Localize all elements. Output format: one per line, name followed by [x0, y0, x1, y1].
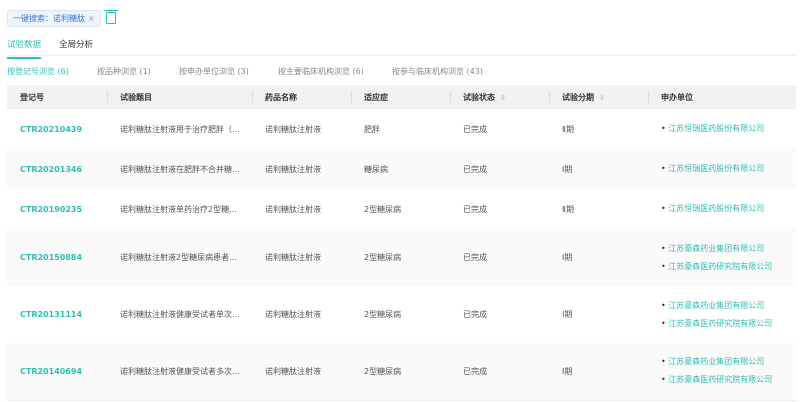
subtab-by-participating-institution[interactable]: 按参与临床机构浏览 (43) — [392, 66, 483, 77]
sponsor-link[interactable]: 江苏豪森医药研究院有限公司 — [668, 319, 772, 328]
sponsors: 江苏恒瑞医药股份有限公司 — [648, 189, 796, 229]
subtab-by-reg[interactable]: 按登记号浏览 (6) — [7, 66, 97, 77]
table-row: CTR20210439 诺利糖肽注射液用于治疗肥胖（... 诺利糖肽注射液 肥胖 已完成… — [7, 109, 796, 149]
trials-table: 登记号 试验题目 药品名称 适应症 试验状态 ⇳ 试验分期 ⇳ 申办单位 CTR20… — [7, 85, 796, 401]
trash-icon[interactable] — [104, 10, 118, 24]
drug-name: 诺利糖肽注射液 — [252, 229, 351, 286]
trial-title: 诺利糖肽注射液用于治疗肥胖（... — [120, 124, 240, 134]
sponsor-item: 江苏恒瑞医药股份有限公司 — [661, 200, 796, 218]
col-status-label: 试验状态 — [463, 92, 495, 102]
sponsor-link[interactable]: 江苏豪森药业集团有限公司 — [668, 244, 764, 253]
col-phase[interactable]: 试验分期 ⇳ — [549, 85, 648, 109]
sponsor-link[interactable]: 江苏恒瑞医药股份有限公司 — [668, 204, 764, 213]
trial-status: 已完成 — [450, 229, 549, 286]
sponsor-item: 江苏豪森药业集团有限公司 — [661, 240, 796, 258]
indication: 肥胖 — [364, 124, 380, 134]
tab-divider — [7, 55, 796, 56]
sort-icon[interactable]: ⇳ — [500, 94, 506, 102]
sponsor-item: 江苏豪森药业集团有限公司 — [661, 297, 796, 315]
drug-name: 诺利糖肽注射液 — [252, 149, 351, 189]
col-status[interactable]: 试验状态 ⇳ — [450, 85, 549, 109]
reg-link[interactable]: CTR20150884 — [7, 229, 107, 286]
table-row: CTR20190235 诺利糖肽注射液单药治疗2型糖... 诺利糖肽注射液 2型糖尿病… — [7, 189, 796, 229]
sponsor-item: 江苏恒瑞医药股份有限公司 — [661, 120, 796, 138]
sponsor-link[interactable]: 江苏恒瑞医药股份有限公司 — [668, 124, 764, 133]
trial-title: 诺利糖肽注射液健康受试者单次... — [120, 310, 240, 319]
trial-title: 诺利糖肽注射液在肥胖不合并糖... — [107, 149, 252, 189]
sponsor-item: 江苏豪森医药研究院有限公司 — [661, 258, 796, 276]
indication: 2型糖尿病 — [351, 343, 450, 401]
sponsors: 江苏豪森药业集团有限公司江苏豪森医药研究院有限公司 — [648, 229, 796, 286]
subtab-by-variety[interactable]: 按品种浏览 (1) — [97, 66, 179, 77]
trial-phase: Ⅱ期 — [562, 124, 574, 134]
subtab-by-sponsor[interactable]: 按申办单位浏览 (3) — [179, 66, 278, 77]
table-row: CTR20150884 诺利糖肽注射液2型糖尿病患者... 诺利糖肽注射液 2型糖尿病… — [7, 229, 796, 286]
trial-phase: Ⅰ期 — [549, 343, 648, 401]
search-tag: 一键搜索：诺利糖肽 × — [7, 10, 101, 27]
sort-icon[interactable]: ⇳ — [599, 94, 605, 102]
trial-status: 已完成 — [463, 124, 487, 134]
table-header: 登记号 试验题目 药品名称 适应症 试验状态 ⇳ 试验分期 ⇳ 申办单位 — [7, 85, 796, 109]
search-tag-label: 一键搜索：诺利糖肽 — [13, 14, 85, 23]
trial-phase: Ⅱ期 — [562, 204, 574, 214]
reg-link[interactable]: CTR20190235 — [7, 189, 107, 229]
drug-name: 诺利糖肽注射液 — [265, 204, 321, 214]
sponsors: 江苏恒瑞医药股份有限公司 — [648, 109, 796, 149]
indication: 2型糖尿病 — [351, 229, 450, 286]
sponsors: 江苏恒瑞医药股份有限公司 — [648, 149, 796, 189]
reg-link[interactable]: CTR20210439 — [7, 109, 107, 149]
browse-tabs: 按登记号浏览 (6) 按品种浏览 (1) 按申办单位浏览 (3) 按主要临床机构… — [7, 66, 483, 77]
trial-phase: Ⅰ期 — [549, 149, 648, 189]
trial-phase: Ⅰ期 — [549, 229, 648, 286]
indication: 2型糖尿病 — [364, 310, 402, 319]
sponsor-link[interactable]: 江苏豪森药业集团有限公司 — [668, 357, 764, 366]
trial-title: 诺利糖肽注射液单药治疗2型糖... — [120, 204, 237, 214]
col-indication: 适应症 — [351, 85, 450, 109]
trial-title: 诺利糖肽注射液健康受试者多次... — [107, 343, 252, 401]
col-reg: 登记号 — [7, 85, 107, 109]
reg-link[interactable]: CTR20201346 — [7, 149, 107, 189]
trial-status: 已完成 — [463, 204, 487, 214]
drug-name: 诺利糖肽注射液 — [265, 310, 321, 319]
table-row: CTR20140694 诺利糖肽注射液健康受试者多次... 诺利糖肽注射液 2型糖尿病… — [7, 343, 796, 401]
reg-link[interactable]: CTR20140694 — [7, 343, 107, 401]
sponsor-item: 江苏豪森医药研究院有限公司 — [661, 315, 796, 333]
sponsors: 江苏豪森药业集团有限公司江苏豪森医药研究院有限公司 — [648, 343, 796, 401]
table-row: CTR20131114 诺利糖肽注射液健康受试者单次... 诺利糖肽注射液 2型糖尿病… — [7, 286, 796, 343]
col-phase-label: 试验分期 — [562, 92, 594, 102]
sponsors: 江苏豪森药业集团有限公司江苏豪森医药研究院有限公司 — [648, 286, 796, 343]
indication: 2型糖尿病 — [364, 204, 402, 214]
trial-status: 已完成 — [450, 149, 549, 189]
sponsor-item: 江苏豪森医药研究院有限公司 — [661, 371, 796, 389]
col-sponsor: 申办单位 — [648, 85, 796, 109]
trial-status: 已完成 — [463, 310, 487, 319]
reg-link[interactable]: CTR20131114 — [7, 286, 107, 343]
sponsor-item: 江苏豪森药业集团有限公司 — [661, 353, 796, 371]
trial-status: 已完成 — [450, 343, 549, 401]
sponsor-link[interactable]: 江苏豪森医药研究院有限公司 — [668, 375, 772, 384]
sponsor-link[interactable]: 江苏豪森医药研究院有限公司 — [668, 262, 772, 271]
indication: 糖尿病 — [351, 149, 450, 189]
close-icon[interactable]: × — [88, 11, 95, 26]
sponsor-link[interactable]: 江苏恒瑞医药股份有限公司 — [668, 164, 764, 173]
drug-name: 诺利糖肽注射液 — [265, 124, 321, 134]
sponsor-link[interactable]: 江苏豪森药业集团有限公司 — [668, 301, 764, 310]
trial-phase: Ⅰ期 — [562, 310, 573, 319]
sponsor-item: 江苏恒瑞医药股份有限公司 — [661, 160, 796, 178]
drug-name: 诺利糖肽注射液 — [252, 343, 351, 401]
col-title: 试验题目 — [107, 85, 252, 109]
subtab-by-main-institution[interactable]: 按主要临床机构浏览 (6) — [278, 66, 392, 77]
trial-title: 诺利糖肽注射液2型糖尿病患者... — [107, 229, 252, 286]
col-drug: 药品名称 — [252, 85, 351, 109]
table-row: CTR20201346 诺利糖肽注射液在肥胖不合并糖... 诺利糖肽注射液 糖尿病 已完… — [7, 149, 796, 189]
